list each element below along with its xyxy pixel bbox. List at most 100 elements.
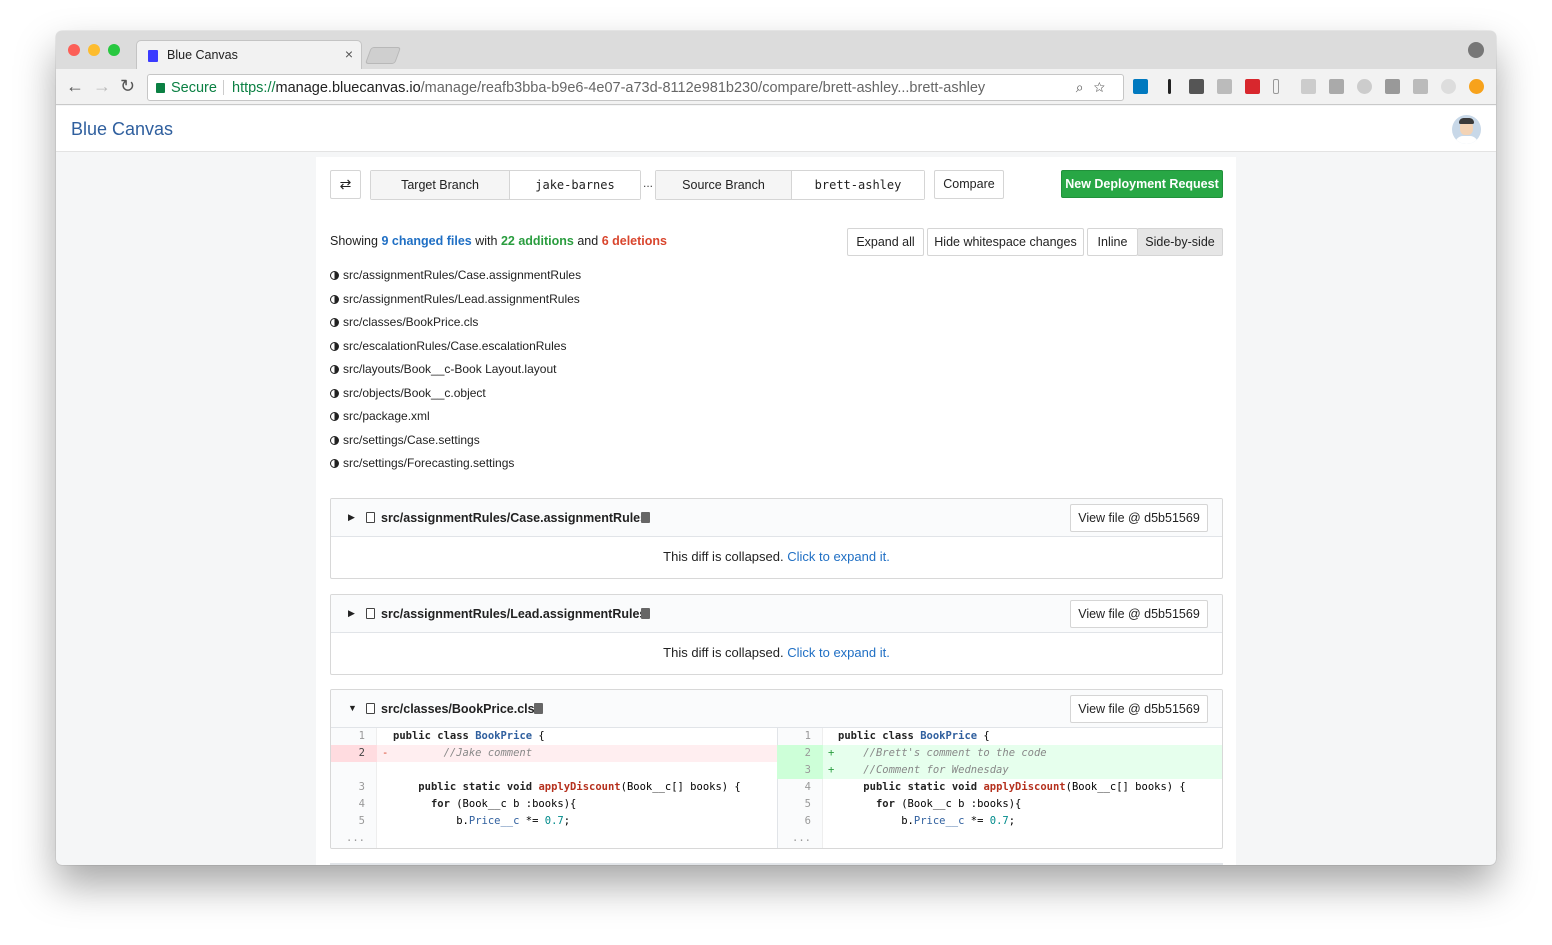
zoom-bookmark-icons[interactable]: ⌕☆ — [1076, 79, 1115, 96]
tab-title: Blue Canvas — [167, 48, 238, 62]
app-header: Blue Canvas — [56, 106, 1496, 152]
target-branch-value[interactable]: jake-barnes — [510, 171, 640, 199]
list-item[interactable]: src/package.xml — [330, 409, 581, 433]
diff-header: ▶ src/assignmentRules/Case.assignmentRul… — [331, 499, 1222, 537]
copy-path-icon[interactable] — [641, 512, 650, 523]
file-diff-lead-assignment: ▶ src/assignmentRules/Lead.assignmentRul… — [330, 594, 1223, 675]
brand-logo[interactable]: Blue Canvas — [71, 119, 173, 140]
line-number[interactable]: 1 — [331, 728, 377, 745]
source-branch-group[interactable]: Source Branch brett-ashley — [655, 170, 925, 200]
file-icon — [366, 512, 375, 523]
compare-button[interactable]: Compare — [934, 170, 1004, 199]
collapse-caret-icon[interactable]: ▼ — [348, 703, 357, 713]
diff-file-name: src/assignmentRules/Lead.assignmentRules — [381, 607, 647, 621]
line-number[interactable]: 6 — [777, 813, 823, 830]
inbox-extension-icon[interactable] — [1189, 79, 1204, 94]
reload-icon[interactable]: ↻ — [120, 76, 135, 97]
expand-caret-icon[interactable]: ▶ — [348, 608, 355, 619]
tab-close-icon[interactable]: × — [345, 46, 353, 62]
browser-tab[interactable]: Blue Canvas × — [136, 40, 362, 69]
addition-sign: + — [828, 747, 835, 759]
source-branch-value[interactable]: brett-ashley — [792, 171, 924, 199]
modified-icon — [330, 341, 339, 351]
target-branch-group[interactable]: Target Branch jake-barnes — [370, 170, 641, 200]
diff-header: ▼ src/classes/BookPrice.cls View file @ … — [331, 690, 1222, 728]
calendar-extension-icon[interactable] — [1245, 79, 1260, 94]
code-line: b.Price__c *= 0.7; — [901, 815, 1016, 827]
back-icon[interactable]: ← — [66, 76, 84, 97]
code-line: public static void applyDiscount(Book__c… — [863, 781, 1186, 793]
forward-icon[interactable]: → — [93, 76, 111, 97]
avatar[interactable] — [1452, 115, 1481, 144]
line-number[interactable]: 2 — [777, 745, 823, 762]
diff-header: ▶ src/assignmentRules/Lead.assignmentRul… — [331, 595, 1222, 633]
modified-icon — [330, 271, 339, 280]
minimize-window-button[interactable] — [88, 44, 100, 56]
new-tab-button[interactable] — [364, 47, 402, 64]
line-number[interactable]: 5 — [331, 813, 377, 830]
line-number[interactable]: 4 — [777, 779, 823, 796]
browser-window: Blue Canvas × ← → ↻ Secure https://manag… — [56, 31, 1496, 865]
secure-indicator: Secure — [156, 80, 217, 96]
line-number[interactable]: 2 — [331, 745, 377, 762]
sign-extension-icon[interactable] — [1413, 79, 1428, 94]
pocket-extension-icon[interactable] — [1385, 79, 1400, 94]
b-extension-icon[interactable] — [1217, 79, 1232, 94]
swap-branches-button[interactable]: ⇄ — [330, 170, 361, 199]
view-file-button[interactable]: View file @ d5b51569 — [1070, 504, 1208, 532]
expand-all-button[interactable]: Expand all — [847, 228, 924, 256]
list-item[interactable]: src/assignmentRules/Case.assignmentRules — [330, 268, 581, 292]
changed-file-list: src/assignmentRules/Case.assignmentRules… — [330, 268, 581, 480]
code-line: b.Price__c *= 0.7; — [456, 815, 571, 827]
code-line: for (Book__c b :books){ — [875, 798, 1022, 810]
profile-icon[interactable] — [1468, 42, 1484, 58]
view-file-button[interactable]: View file @ d5b51569 — [1070, 600, 1208, 628]
u-extension-icon[interactable] — [1441, 79, 1456, 94]
list-item[interactable]: src/classes/BookPrice.cls — [330, 315, 581, 339]
close-window-button[interactable] — [68, 44, 80, 56]
r-extension-icon[interactable] — [1273, 79, 1279, 94]
copy-path-icon[interactable] — [641, 608, 650, 619]
line-number[interactable]: 5 — [777, 796, 823, 813]
deletions-count: 6 deletions — [601, 234, 667, 248]
list-item[interactable]: src/assignmentRules/Lead.assignmentRules — [330, 292, 581, 316]
update-extension-icon[interactable] — [1469, 79, 1484, 94]
instapaper-extension-icon[interactable] — [1168, 79, 1171, 94]
view-file-button[interactable]: View file @ d5b51569 — [1070, 695, 1208, 723]
list-item[interactable]: src/objects/Book__c.object — [330, 386, 581, 410]
diff-file-name: src/classes/BookPrice.cls — [381, 702, 535, 716]
modified-icon — [330, 435, 339, 445]
list-item[interactable]: src/layouts/Book__c-Book Layout.layout — [330, 362, 581, 386]
line-number[interactable]: 3 — [777, 762, 823, 779]
list-item[interactable]: src/escalationRules/Case.escalationRules — [330, 339, 581, 363]
expand-diff-link[interactable]: Click to expand it. — [787, 645, 890, 660]
side-by-side-view-button[interactable]: Side-by-side — [1137, 228, 1223, 256]
expand-lines-icon[interactable]: ... — [777, 830, 823, 847]
hide-whitespace-button[interactable]: Hide whitespace changes — [927, 228, 1084, 256]
modified-icon — [330, 412, 339, 421]
source-branch-label: Source Branch — [656, 171, 792, 199]
deletion-sign: - — [382, 747, 389, 759]
trello-extension-icon[interactable] — [1133, 79, 1148, 94]
code-line: public class BookPrice { — [838, 730, 990, 742]
inline-view-button[interactable]: Inline — [1087, 228, 1138, 256]
expand-lines-icon[interactable]: ... — [331, 830, 377, 847]
code-line: for (Book__c b :books){ — [430, 798, 577, 810]
g-extension-icon[interactable] — [1329, 79, 1344, 94]
browser-toolbar: ← → ↻ Secure https://manage.bluecanvas.i… — [56, 69, 1496, 105]
expand-diff-link[interactable]: Click to expand it. — [787, 549, 890, 564]
list-item[interactable]: src/settings/Forecasting.settings — [330, 456, 581, 480]
changed-files-link[interactable]: 9 changed files — [381, 234, 471, 248]
list-item[interactable]: src/settings/Case.settings — [330, 433, 581, 457]
line-number[interactable]: 4 — [331, 796, 377, 813]
line-number[interactable]: 3 — [331, 779, 377, 796]
bulb-extension-icon[interactable] — [1357, 79, 1372, 94]
new-deployment-request-button[interactable]: New Deployment Request — [1061, 170, 1223, 198]
maximize-window-button[interactable] — [108, 44, 120, 56]
url-protocol: https:// — [232, 80, 276, 96]
line-number[interactable]: 1 — [777, 728, 823, 745]
expand-caret-icon[interactable]: ▶ — [348, 512, 355, 523]
copy-path-icon[interactable] — [534, 703, 543, 714]
mail-extension-icon[interactable] — [1301, 79, 1316, 94]
address-bar[interactable]: Secure https://manage.bluecanvas.io/mana… — [147, 74, 1124, 101]
